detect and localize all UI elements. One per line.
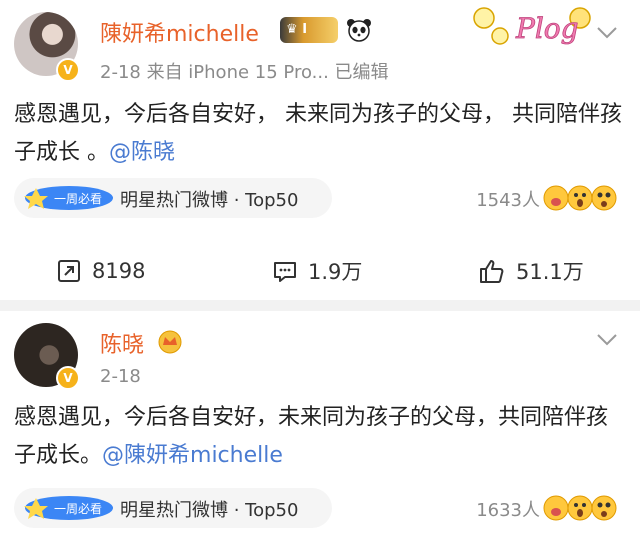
repost-count: 8198 <box>92 259 146 283</box>
repost-icon <box>58 260 80 282</box>
post-body: 感恩遇见，今后各自安好，未来同为孩子的父母，共同陪伴孩子成长。@陳妍希miche… <box>14 399 626 475</box>
crown-icon <box>158 330 182 354</box>
post-text: 感恩遇见，今后各自安好， 未来同为孩子的父母， 共同陪伴孩子成长 。 <box>14 102 622 165</box>
author-name[interactable]: 陈晓 <box>100 327 144 359</box>
reaction-emojis-icon <box>543 495 617 521</box>
reaction-count[interactable]: 1633人 <box>476 496 540 522</box>
hot-weibo-tag[interactable]: 一周必看 明星热门微博 · Top50 <box>14 178 332 218</box>
repost-button[interactable]: 8198 <box>56 248 145 294</box>
hot-weibo-logo-text: 一周必看 <box>54 192 102 206</box>
crown-icon: ♛ <box>286 22 298 37</box>
verified-badge-icon: V <box>56 58 80 82</box>
post-card-2: V 陈晓 2-18 感恩遇见，今后各自安好，未来同为孩子的父母，共同陪伴孩子成长… <box>0 311 640 543</box>
tag-label: 明星热门微博 · Top50 <box>120 500 299 521</box>
vip-level: I <box>302 22 308 37</box>
comment-icon <box>274 262 296 282</box>
comment-button[interactable]: 1.9万 <box>272 248 362 294</box>
chevron-down-icon[interactable] <box>596 26 618 40</box>
post-body: 感恩遇见，今后各自安好， 未来同为孩子的父母， 共同陪伴孩子成长 。@陈晓 <box>14 96 626 172</box>
reaction-emojis-icon <box>543 185 617 211</box>
plog-sticker-icon: Plog <box>473 7 591 45</box>
comment-count: 1.9万 <box>308 260 363 284</box>
hot-weibo-logo-text: 一周必看 <box>54 502 102 516</box>
mention-link[interactable]: @陈晓 <box>109 140 175 165</box>
like-count: 51.1万 <box>516 260 584 284</box>
panda-icon <box>347 19 371 42</box>
verified-badge-icon: V <box>56 366 80 390</box>
tag-label: 明星热门微博 · Top50 <box>120 190 299 211</box>
chevron-down-icon[interactable] <box>596 333 618 347</box>
thumbs-up-icon <box>480 260 504 283</box>
hot-weibo-logo-icon: 一周必看 <box>24 496 113 520</box>
post-card-1: V 陳妍希michelle ♛ I Plog 2-18 来自 iPhone 15… <box>0 0 640 300</box>
action-bar: 8198 1.9万 51.1万 <box>0 248 640 294</box>
author-name[interactable]: 陳妍希michelle <box>100 16 259 48</box>
reaction-count[interactable]: 1543人 <box>476 186 540 212</box>
sticker-text: Plog <box>515 12 579 45</box>
like-button[interactable]: 51.1万 <box>478 248 584 294</box>
post-meta: 2-18 <box>100 366 141 387</box>
hot-weibo-logo-icon: 一周必看 <box>24 186 113 210</box>
vip-badge: ♛ I <box>280 17 338 43</box>
post-divider <box>0 300 640 311</box>
post-meta: 2-18 来自 iPhone 15 Pro... 已编辑 <box>100 62 389 83</box>
mention-link[interactable]: @陳妍希michelle <box>102 443 283 468</box>
hot-weibo-tag[interactable]: 一周必看 明星热门微博 · Top50 <box>14 488 332 528</box>
